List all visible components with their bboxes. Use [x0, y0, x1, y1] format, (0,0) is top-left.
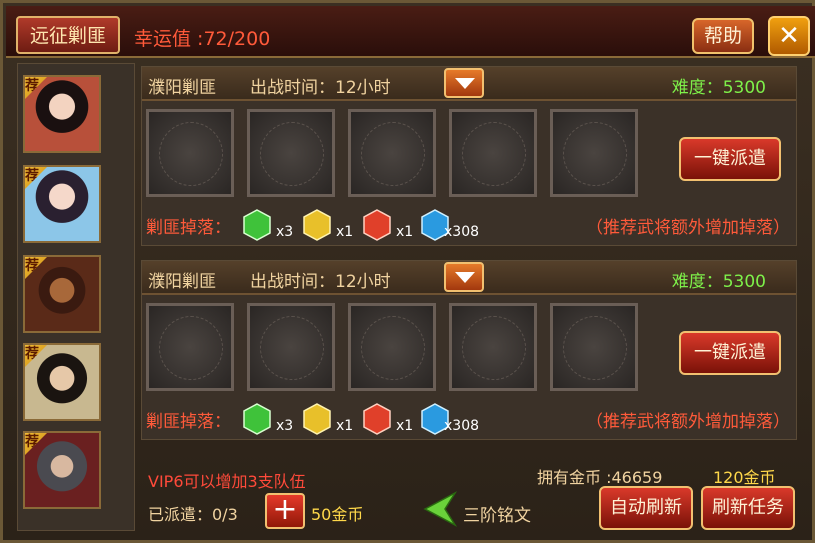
- mission-card-2: 濮阳剿匪 出战时间：12小时 难度：5300 一键派遣 剿匪掉落： x3 x1 …: [141, 260, 797, 440]
- refresh-cost: 120金币: [713, 468, 776, 487]
- drop-quantity: x1: [396, 418, 414, 434]
- chevron-down-icon[interactable]: [444, 262, 484, 292]
- green-inscription-icon: [243, 209, 271, 241]
- one-click-dispatch-button[interactable]: 一键派遣: [679, 331, 781, 375]
- drop-quantity: x1: [336, 418, 354, 434]
- refresh-task-button[interactable]: 刷新任务: [701, 486, 795, 530]
- add-team-cost: 50金币: [311, 505, 364, 524]
- drop-quantity: x1: [396, 224, 414, 240]
- yellow-inscription-icon: [303, 209, 331, 241]
- green-inscription-icon: [243, 403, 271, 435]
- mission-difficulty: 难度：5300: [671, 78, 766, 98]
- mission-name: 濮阳剿匪: [148, 272, 216, 292]
- general-slot[interactable]: [550, 303, 638, 391]
- drop-quantity: x3: [276, 224, 294, 240]
- general-slot[interactable]: [348, 303, 436, 391]
- mission-card-1: 濮阳剿匪 出战时间：12小时 难度：5300 一键派遣 剿匪掉落： x3 x1 …: [141, 66, 797, 246]
- help-button[interactable]: 帮助: [692, 18, 754, 54]
- drop-quantity: x3: [276, 418, 294, 434]
- arrow-left-icon[interactable]: [423, 491, 457, 527]
- mission-header: 濮阳剿匪 出战时间：12小时 难度：5300: [142, 67, 796, 101]
- general-portrait-3[interactable]: 荐: [23, 255, 101, 333]
- main-window: 远征剿匪 幸运值 :72/200 帮助 ✕ 荐 荐 荐 荐 荐 濮阳剿匪 出战时…: [0, 0, 815, 543]
- auto-refresh-button[interactable]: 自动刷新: [599, 486, 693, 530]
- drop-quantity: x1: [336, 224, 354, 240]
- general-slot[interactable]: [146, 303, 234, 391]
- general-portrait-2[interactable]: 荐: [23, 165, 101, 243]
- drop-label: 剿匪掉落：: [146, 412, 231, 432]
- general-slot[interactable]: [550, 109, 638, 197]
- general-slot[interactable]: [348, 109, 436, 197]
- top-bar: 远征剿匪 幸运值 :72/200 帮助 ✕: [6, 6, 815, 58]
- general-portrait-1[interactable]: 荐: [23, 75, 101, 153]
- tier-inscription-label: 三阶铭文: [463, 506, 531, 526]
- red-inscription-icon: [363, 209, 391, 241]
- red-inscription-icon: [363, 403, 391, 435]
- add-team-button[interactable]: +: [265, 493, 305, 529]
- plus-icon: +: [272, 492, 298, 527]
- vip-note: VIP6可以增加3支队伍: [148, 472, 306, 491]
- general-portrait-4[interactable]: 荐: [23, 343, 101, 421]
- drop-label: 剿匪掉落：: [146, 218, 231, 238]
- mission-difficulty: 难度：5300: [671, 272, 766, 292]
- luck-value: 幸运值 :72/200: [134, 28, 271, 50]
- drop-quantity: x308: [444, 418, 480, 434]
- general-slot[interactable]: [449, 303, 537, 391]
- recommend-hint: （推荐武将额外增加掉落）: [586, 218, 790, 238]
- gold-owned: 拥有金币 :46659: [537, 468, 663, 487]
- mission-header: 濮阳剿匪 出战时间：12小时 难度：5300: [142, 261, 796, 295]
- general-slot[interactable]: [146, 109, 234, 197]
- recommend-hint: （推荐武将额外增加掉落）: [586, 412, 790, 432]
- mission-name: 濮阳剿匪: [148, 78, 216, 98]
- dispatched-count: 已派遣：0/3: [148, 505, 238, 524]
- chevron-down-icon[interactable]: [444, 68, 484, 98]
- general-slot[interactable]: [247, 109, 335, 197]
- mission-time: 出战时间：12小时: [250, 272, 391, 292]
- one-click-dispatch-button[interactable]: 一键派遣: [679, 137, 781, 181]
- general-portrait-5[interactable]: 荐: [23, 431, 101, 509]
- general-slot[interactable]: [449, 109, 537, 197]
- close-button[interactable]: ✕: [768, 16, 810, 56]
- mission-time: 出战时间：12小时: [250, 78, 391, 98]
- yellow-inscription-icon: [303, 403, 331, 435]
- drop-quantity: x308: [444, 224, 480, 240]
- close-icon: ✕: [778, 21, 800, 51]
- tab-expedition[interactable]: 远征剿匪: [16, 16, 120, 54]
- general-slot[interactable]: [247, 303, 335, 391]
